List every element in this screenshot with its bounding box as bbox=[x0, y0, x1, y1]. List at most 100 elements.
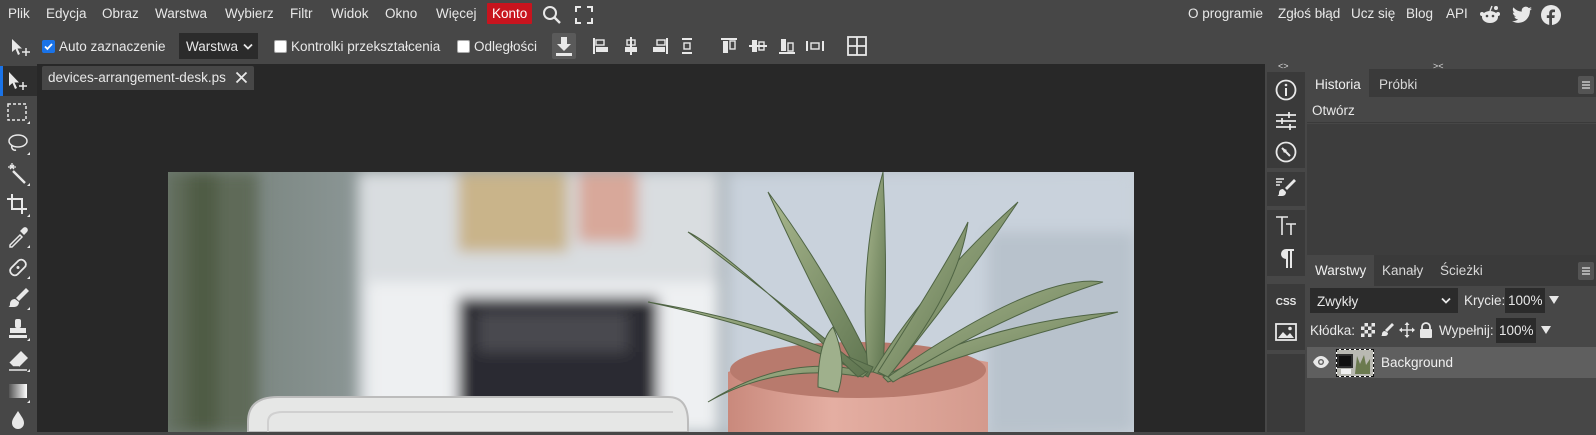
gradient-tool[interactable] bbox=[5, 378, 33, 406]
link-blog[interactable]: Blog bbox=[1406, 6, 1433, 21]
align-left-icon[interactable] bbox=[592, 37, 610, 55]
document-image[interactable] bbox=[168, 172, 1134, 432]
side-group-2 bbox=[1267, 172, 1305, 206]
layers-panel-tabs: Warstwy Kanały Ścieżki bbox=[1307, 255, 1596, 286]
menu-edit[interactable]: Edycja bbox=[46, 6, 87, 21]
history-list bbox=[1307, 124, 1596, 256]
lasso-tool[interactable] bbox=[5, 130, 33, 158]
facebook-icon[interactable] bbox=[1541, 5, 1561, 25]
tab-history[interactable]: Historia bbox=[1307, 69, 1369, 100]
transform-controls-label: Kontrolki przekształcenia bbox=[291, 39, 441, 54]
auto-select-label: Auto zaznaczenie bbox=[59, 39, 166, 54]
menu-window[interactable]: Okno bbox=[385, 6, 417, 21]
history-item-label: Otwórz bbox=[1312, 103, 1355, 118]
lock-position-icon[interactable] bbox=[1399, 322, 1415, 338]
opacity-input[interactable]: 100% bbox=[1505, 288, 1545, 313]
link-report-bug[interactable]: Zgłoś błąd bbox=[1278, 6, 1340, 21]
fill-input[interactable]: 100% bbox=[1496, 318, 1536, 343]
menu-layer[interactable]: Warstwa bbox=[155, 6, 207, 21]
menu-bar: Plik Edycja Obraz Warstwa Wybierz Filtr … bbox=[0, 0, 1596, 30]
blur-tool[interactable] bbox=[5, 407, 33, 435]
fullscreen-icon[interactable] bbox=[575, 6, 593, 24]
navigator-icon[interactable] bbox=[1274, 140, 1298, 164]
character-icon[interactable] bbox=[1274, 214, 1298, 238]
eyedropper-tool[interactable] bbox=[5, 223, 33, 251]
auto-select-checkbox[interactable] bbox=[42, 40, 55, 53]
marquee-tool[interactable] bbox=[5, 99, 33, 127]
opacity-dropdown-icon[interactable] bbox=[1549, 295, 1559, 305]
paragraph-icon[interactable] bbox=[1274, 246, 1298, 270]
grid-icon[interactable] bbox=[847, 36, 867, 56]
link-about[interactable]: O programie bbox=[1188, 6, 1263, 21]
menu-view[interactable]: Widok bbox=[331, 6, 369, 21]
distances-label: Odległości bbox=[474, 39, 538, 54]
menu-filter[interactable]: Filtr bbox=[290, 6, 313, 21]
link-api[interactable]: API bbox=[1446, 6, 1468, 21]
blend-mode-dropdown[interactable]: Zwykły bbox=[1310, 288, 1458, 313]
side-group-3 bbox=[1267, 210, 1305, 276]
side-group-1 bbox=[1267, 72, 1305, 168]
auto-select-target-dropdown[interactable]: Warstwa bbox=[179, 33, 258, 59]
move-tool-options-icon[interactable] bbox=[10, 38, 32, 58]
right-panels: >< Historia Próbki Otwórz Warstwy Kanały… bbox=[1307, 61, 1596, 432]
layer-name: Background bbox=[1381, 355, 1454, 370]
tab-layers[interactable]: Warstwy bbox=[1307, 255, 1375, 286]
twitter-icon[interactable] bbox=[1512, 6, 1532, 24]
search-icon[interactable] bbox=[542, 5, 562, 25]
history-panel-tabs: Historia Próbki bbox=[1307, 69, 1596, 100]
image-icon[interactable] bbox=[1274, 320, 1298, 344]
side-group-4: CSS bbox=[1267, 284, 1305, 350]
lock-all-icon[interactable] bbox=[1419, 322, 1433, 338]
brush-settings-icon[interactable] bbox=[1274, 177, 1298, 201]
layer-thumbnail bbox=[1336, 349, 1374, 377]
menu-account[interactable]: Konto bbox=[487, 3, 533, 24]
history-panel-menu-icon[interactable] bbox=[1578, 76, 1594, 94]
fill-dropdown-icon[interactable] bbox=[1541, 325, 1551, 335]
transform-controls-checkbox[interactable] bbox=[274, 40, 287, 53]
align-top-icon[interactable] bbox=[720, 37, 738, 55]
align-center-icon[interactable] bbox=[622, 37, 640, 55]
move-tool[interactable] bbox=[0, 66, 37, 96]
layers-panel-menu-icon[interactable] bbox=[1578, 262, 1594, 280]
tab-channels[interactable]: Kanały bbox=[1374, 255, 1431, 286]
close-icon[interactable] bbox=[235, 71, 248, 84]
layer-row[interactable]: Background bbox=[1307, 347, 1596, 378]
download-button[interactable] bbox=[552, 33, 576, 59]
history-item[interactable]: Otwórz bbox=[1307, 97, 1596, 123]
healing-tool[interactable] bbox=[5, 254, 33, 282]
blend-mode-value: Zwykły bbox=[1317, 294, 1359, 309]
menu-image[interactable]: Obraz bbox=[102, 6, 139, 21]
menu-more[interactable]: Więcej bbox=[436, 6, 477, 21]
align-middle-icon[interactable] bbox=[749, 37, 767, 55]
distances-checkbox[interactable] bbox=[457, 40, 470, 53]
lock-pixels-icon[interactable] bbox=[1381, 322, 1395, 338]
distribute-vertical-icon[interactable] bbox=[805, 37, 825, 55]
side-group-empty bbox=[1267, 354, 1305, 432]
eraser-tool[interactable] bbox=[5, 347, 33, 375]
side-panel-icons: <> CSS bbox=[1265, 61, 1307, 432]
align-right-icon[interactable] bbox=[651, 37, 669, 55]
info-icon[interactable] bbox=[1274, 78, 1298, 102]
tab-paths[interactable]: Ścieżki bbox=[1432, 255, 1491, 286]
align-bottom-icon[interactable] bbox=[778, 37, 796, 55]
crop-tool[interactable] bbox=[5, 192, 33, 220]
collapse-left-toggle[interactable]: <> bbox=[1278, 61, 1289, 71]
distribute-horizontal-icon[interactable] bbox=[680, 37, 694, 55]
document-tab[interactable]: devices-arrangement-desk.psd bbox=[42, 66, 254, 90]
target-select-value: Warstwa bbox=[186, 39, 239, 54]
stamp-tool[interactable] bbox=[5, 316, 33, 344]
adjustments-icon[interactable] bbox=[1274, 109, 1298, 133]
reddit-icon[interactable] bbox=[1479, 5, 1501, 25]
svg-text:CSS: CSS bbox=[1276, 297, 1297, 308]
eye-icon[interactable] bbox=[1312, 354, 1330, 370]
brush-tool[interactable] bbox=[5, 285, 33, 313]
magic-wand-tool[interactable] bbox=[5, 161, 33, 189]
toolbar bbox=[0, 64, 37, 432]
css-icon[interactable]: CSS bbox=[1274, 289, 1298, 313]
tab-swatches[interactable]: Próbki bbox=[1371, 69, 1425, 100]
menu-file[interactable]: Plik bbox=[8, 6, 30, 21]
lock-transparency-icon[interactable] bbox=[1361, 323, 1375, 337]
chevron-down-icon bbox=[1441, 297, 1451, 305]
link-learn[interactable]: Ucz się bbox=[1351, 6, 1395, 21]
menu-select[interactable]: Wybierz bbox=[225, 6, 274, 21]
